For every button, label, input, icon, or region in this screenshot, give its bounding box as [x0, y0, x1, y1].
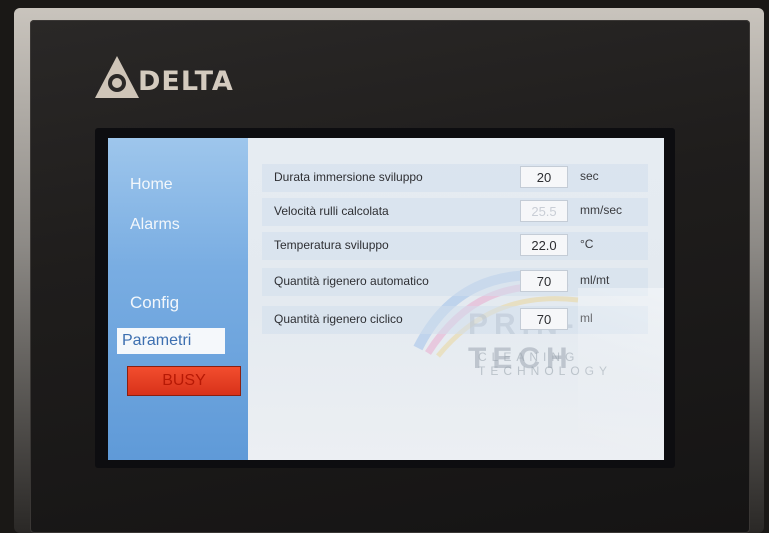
- param-unit: ml/mt: [580, 273, 610, 287]
- param-value-readonly: 25.5: [520, 200, 568, 222]
- parameters-panel: PRIN-TECH CLEANING TECHNOLOGY Durata imm…: [248, 138, 664, 460]
- nav-config[interactable]: Config: [130, 293, 179, 313]
- param-row: Velocità rulli calcolata 25.5 mm/sec: [262, 198, 662, 226]
- param-value-field[interactable]: 22.0: [520, 234, 568, 256]
- param-label: Quantità rigenero automatico: [274, 274, 429, 288]
- brand-name: DELTA: [138, 66, 234, 97]
- screen-glare: [578, 288, 664, 460]
- param-label: Quantità rigenero ciclico: [274, 312, 403, 326]
- nav-parametri[interactable]: Parametri: [117, 328, 225, 354]
- param-row: Temperatura sviluppo 22.0 °C: [262, 232, 662, 260]
- busy-status-button[interactable]: BUSY: [127, 366, 241, 396]
- param-unit: sec: [580, 169, 599, 183]
- param-value-field[interactable]: 70: [520, 270, 568, 292]
- nav-alarms[interactable]: Alarms: [130, 216, 180, 234]
- param-unit: mm/sec: [580, 203, 622, 217]
- param-label: Temperatura sviluppo: [274, 238, 389, 252]
- sidebar: Home Alarms Config Parametri BUSY: [108, 138, 248, 460]
- param-row: Durata immersione sviluppo 20 sec: [262, 164, 662, 192]
- nav-home[interactable]: Home: [130, 176, 173, 194]
- param-value-field[interactable]: 70: [520, 308, 568, 330]
- param-value-field[interactable]: 20: [520, 166, 568, 188]
- param-label: Durata immersione sviluppo: [274, 170, 423, 184]
- param-label: Velocità rulli calcolata: [274, 204, 389, 218]
- param-unit: °C: [580, 237, 594, 251]
- hmi-screen: Home Alarms Config Parametri BUSY PRIN-T…: [108, 138, 664, 460]
